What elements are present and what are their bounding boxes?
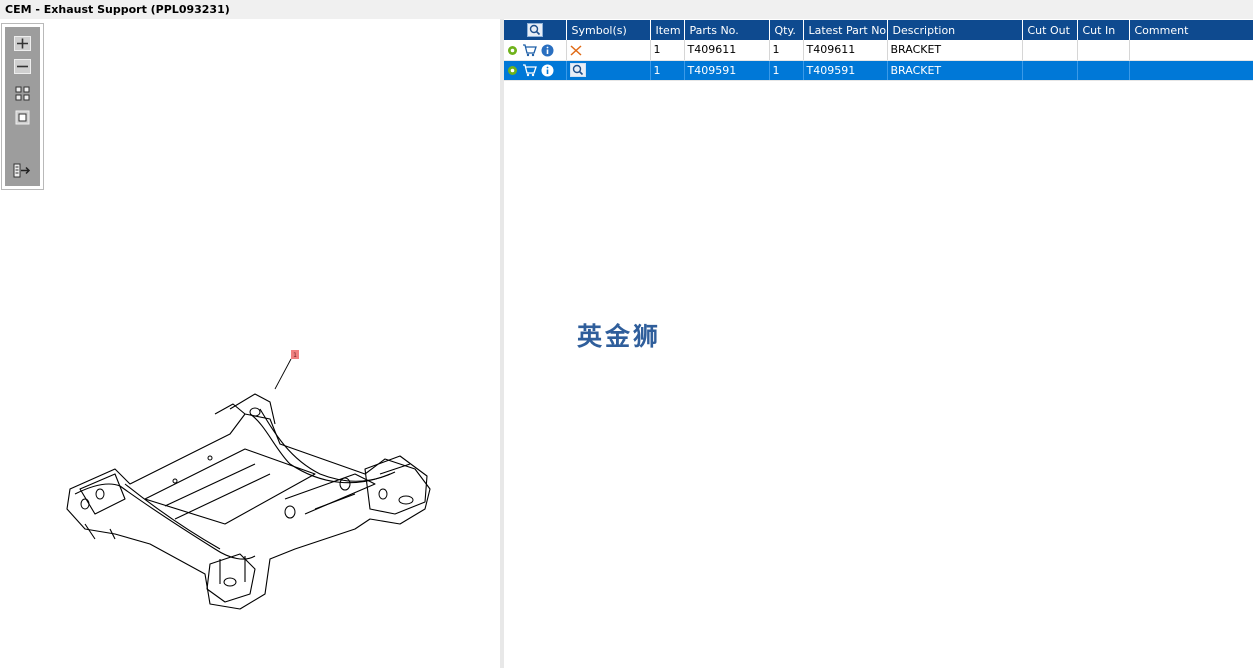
column-header-item[interactable]: Item <box>650 20 685 40</box>
description-cell: BRACKET <box>887 60 1023 81</box>
comment-cell <box>1129 40 1253 61</box>
cart-icon[interactable] <box>522 43 537 57</box>
latest-part-no-cell: T409591 <box>803 60 888 81</box>
table-row[interactable]: 1 T409611 1 T409611 BRACKET <box>504 40 1253 61</box>
cut-in-cell <box>1077 40 1130 61</box>
gear-icon[interactable] <box>507 45 518 56</box>
zoom-out-icon <box>14 59 31 74</box>
qty-cell: 1 <box>769 40 804 61</box>
parts-list-pane: Symbol(s) Item Parts No. Qty. Latest Par… <box>504 19 1253 668</box>
column-header-cut-in[interactable]: Cut In <box>1077 20 1130 40</box>
fit-window-icon <box>15 110 30 125</box>
zoom-in-icon <box>14 36 31 51</box>
symbol-cell <box>566 60 651 81</box>
watermark-text: 英金狮 <box>577 322 662 351</box>
column-header-symbols[interactable]: Symbol(s) <box>566 20 651 40</box>
column-header-cut-out[interactable]: Cut Out <box>1022 20 1078 40</box>
exploded-parts-drawing: 1 <box>66 350 431 610</box>
row-actions-cell <box>504 40 567 61</box>
cross-icon <box>569 45 582 56</box>
table-header-row: Symbol(s) Item Parts No. Qty. Latest Par… <box>504 20 1253 40</box>
column-header-qty[interactable]: Qty. <box>769 20 804 40</box>
item-cell: 1 <box>650 40 685 61</box>
item-cell: 1 <box>650 60 685 81</box>
magnifier-icon <box>569 63 586 77</box>
fit-window-button[interactable] <box>13 109 32 126</box>
zoom-out-button[interactable] <box>13 58 32 75</box>
window-title: CEM - Exhaust Support (PPL093231) <box>0 0 1253 19</box>
column-header-description[interactable]: Description <box>887 20 1023 40</box>
fit-all-button[interactable] <box>13 85 32 102</box>
row-actions-cell <box>504 60 567 81</box>
qty-cell: 1 <box>769 60 804 81</box>
drawing-pane[interactable]: 1 <box>0 19 500 668</box>
table-row[interactable]: 1 T409591 1 T409591 BRACKET <box>504 60 1253 81</box>
symbol-cell <box>566 40 651 61</box>
zoom-in-button[interactable] <box>13 35 32 52</box>
info-icon[interactable] <box>541 44 554 57</box>
callout-label[interactable]: 1 <box>293 352 297 359</box>
parts-no-cell: T409591 <box>684 60 770 81</box>
latest-part-no-cell: T409611 <box>803 40 888 61</box>
cut-out-cell <box>1022 40 1078 61</box>
description-cell: BRACKET <box>887 40 1023 61</box>
export-button[interactable] <box>13 162 32 179</box>
parts-no-cell: T409611 <box>684 40 770 61</box>
magnifier-icon <box>526 23 543 37</box>
comment-cell <box>1129 60 1253 81</box>
cut-in-cell <box>1077 60 1130 81</box>
info-icon[interactable] <box>541 64 554 77</box>
fit-all-icon <box>15 86 30 101</box>
gear-icon[interactable] <box>507 65 518 76</box>
column-header-latest-part-no[interactable]: Latest Part No. <box>803 20 888 40</box>
cut-out-cell <box>1022 60 1078 81</box>
column-header-comment[interactable]: Comment <box>1129 20 1253 40</box>
column-header-parts-no[interactable]: Parts No. <box>684 20 770 40</box>
view-toolbox <box>1 23 44 190</box>
export-icon <box>13 163 31 178</box>
cart-icon[interactable] <box>522 64 537 77</box>
parts-table: Symbol(s) Item Parts No. Qty. Latest Par… <box>504 20 1253 81</box>
column-header-search[interactable] <box>504 20 567 40</box>
